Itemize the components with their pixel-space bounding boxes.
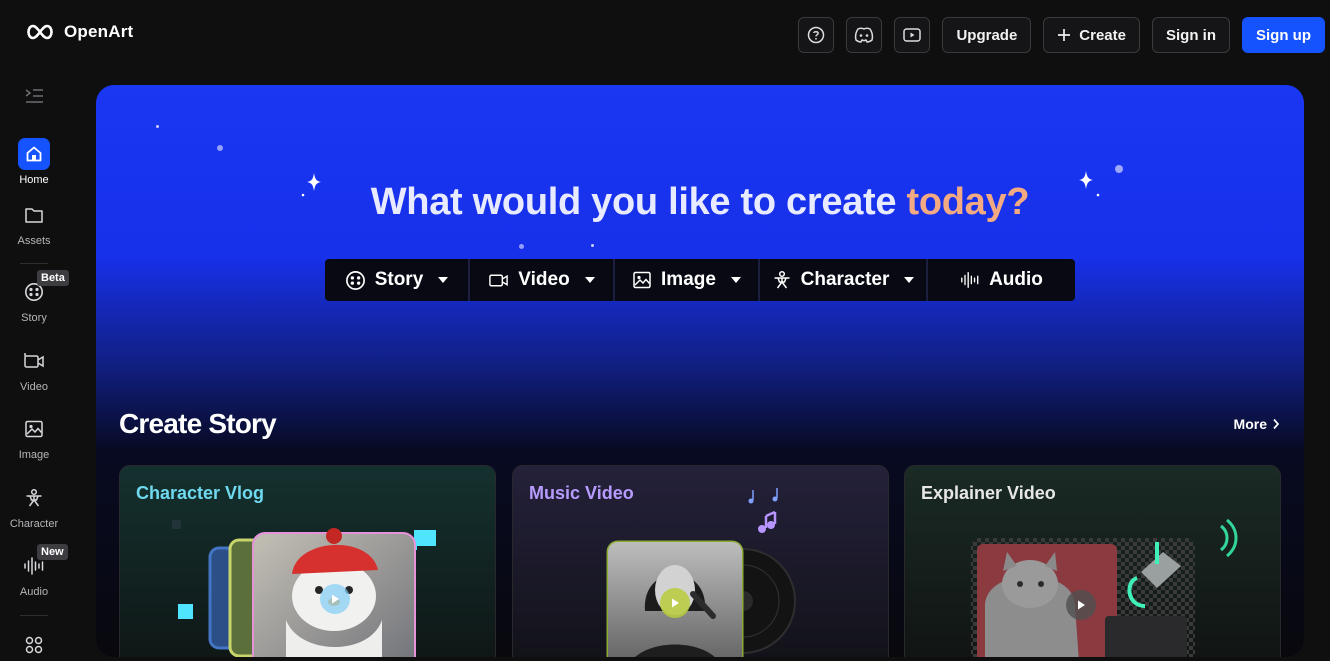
character-icon: [774, 270, 790, 289]
new-badge: New: [37, 544, 68, 560]
play-icon: [332, 594, 339, 604]
card-title: Character Vlog: [136, 483, 265, 503]
help-button[interactable]: [798, 17, 835, 53]
tab-video[interactable]: Video: [470, 259, 615, 301]
video-icon: [24, 353, 44, 368]
video-icon: [489, 274, 509, 287]
chevron-down-icon: [584, 277, 595, 283]
story-icon: [345, 270, 365, 290]
beta-badge: Beta: [37, 270, 69, 286]
star-dot: [591, 244, 594, 247]
sidebar-divider: [20, 263, 48, 264]
tab-label: Video: [518, 269, 570, 290]
chevron-right-icon: [1273, 418, 1280, 430]
sidebar-item-label: Story: [21, 312, 47, 324]
more-link-label: More: [1233, 416, 1267, 432]
home-icon: [26, 146, 42, 162]
top-actions: Upgrade Create Sign in Sign up: [798, 17, 1325, 53]
star-dot: [1115, 165, 1123, 173]
sidebar-item-video[interactable]: Video: [0, 345, 68, 393]
section-title: Create Story: [119, 408, 277, 439]
character-icon: [26, 488, 42, 507]
chevron-down-icon: [438, 277, 449, 283]
help-circle-icon: [808, 26, 825, 44]
sidebar-item-label: Home: [19, 174, 49, 186]
sidebar-divider: [20, 615, 48, 616]
tab-label: Audio: [989, 269, 1043, 290]
sign-in-button[interactable]: Sign in: [1152, 17, 1230, 53]
youtube-button[interactable]: [894, 17, 931, 53]
audio-icon: [961, 272, 979, 288]
sidebar-item-label: Image: [18, 449, 50, 461]
chevron-down-icon: [904, 277, 915, 283]
tab-story[interactable]: Story: [325, 259, 470, 301]
collapse-menu-icon: [25, 89, 43, 103]
apps-icon: [25, 636, 43, 654]
discord-button[interactable]: [846, 17, 883, 53]
discord-icon: [855, 27, 874, 43]
sidebar-toggle[interactable]: [24, 88, 44, 109]
tab-character[interactable]: Character: [760, 259, 928, 301]
play-icon: [672, 598, 679, 608]
sidebar-item-apps[interactable]: [0, 629, 68, 661]
star-dot: [519, 244, 524, 249]
play-button[interactable]: [320, 584, 350, 614]
more-link[interactable]: More: [1234, 416, 1280, 432]
sidebar-item-image[interactable]: Image: [0, 413, 68, 461]
tab-image[interactable]: Image: [615, 259, 760, 301]
hero-title: What would you like to create today?: [96, 181, 1304, 224]
tab-label: Story: [374, 269, 424, 290]
hero-banner: What would you like to create today? Sto…: [96, 85, 1304, 657]
create-button[interactable]: Create: [1043, 17, 1140, 53]
create-type-tabs: Story Video Image Character Audio: [325, 259, 1075, 301]
play-button[interactable]: [660, 588, 690, 618]
card-title: Explainer Video: [921, 483, 1056, 503]
image-icon: [633, 271, 651, 289]
folder-icon: [25, 208, 43, 223]
story-card-character-vlog[interactable]: Character Vlog: [119, 465, 496, 657]
create-button-label: Create: [1079, 26, 1126, 44]
star-dot: [217, 145, 223, 151]
star-dot: [156, 125, 159, 128]
infinity-logo-icon: [27, 24, 53, 40]
plus-icon: [1058, 29, 1071, 41]
sidebar-item-character[interactable]: Character: [0, 482, 68, 530]
youtube-icon: [903, 28, 922, 42]
sidebar-item-label: Audio: [19, 586, 49, 598]
story-card-music-video[interactable]: Music Video: [512, 465, 889, 657]
story-card-explainer-video[interactable]: Explainer Video: [904, 465, 1281, 657]
hero-title-accent: today?: [906, 181, 1030, 223]
upgrade-button[interactable]: Upgrade: [942, 17, 1032, 53]
play-button[interactable]: [1066, 590, 1096, 620]
hero-title-main: What would you like to create: [370, 181, 897, 223]
tab-label: Image: [661, 269, 716, 290]
top-bar: OpenArt Upgrade Create Sign in Sign up: [0, 0, 1330, 70]
card-title: Music Video: [529, 483, 634, 503]
sign-up-button[interactable]: Sign up: [1242, 17, 1325, 53]
openart-logo[interactable]: OpenArt: [24, 22, 133, 42]
play-icon: [1078, 600, 1085, 610]
image-icon: [25, 420, 43, 438]
chevron-down-icon: [730, 277, 741, 283]
sidebar-item-label: Video: [20, 381, 48, 393]
sidebar: Home Assets Story Beta Video Image Chara…: [0, 70, 69, 657]
sidebar-item-label: Character: [9, 518, 59, 530]
sidebar-item-label: Assets: [17, 235, 51, 247]
brand-name: OpenArt: [64, 22, 134, 41]
sidebar-item-home[interactable]: Home: [0, 138, 68, 186]
sidebar-item-assets[interactable]: Assets: [0, 199, 68, 247]
tab-label: Character: [800, 269, 890, 290]
tab-audio[interactable]: Audio: [928, 259, 1075, 301]
